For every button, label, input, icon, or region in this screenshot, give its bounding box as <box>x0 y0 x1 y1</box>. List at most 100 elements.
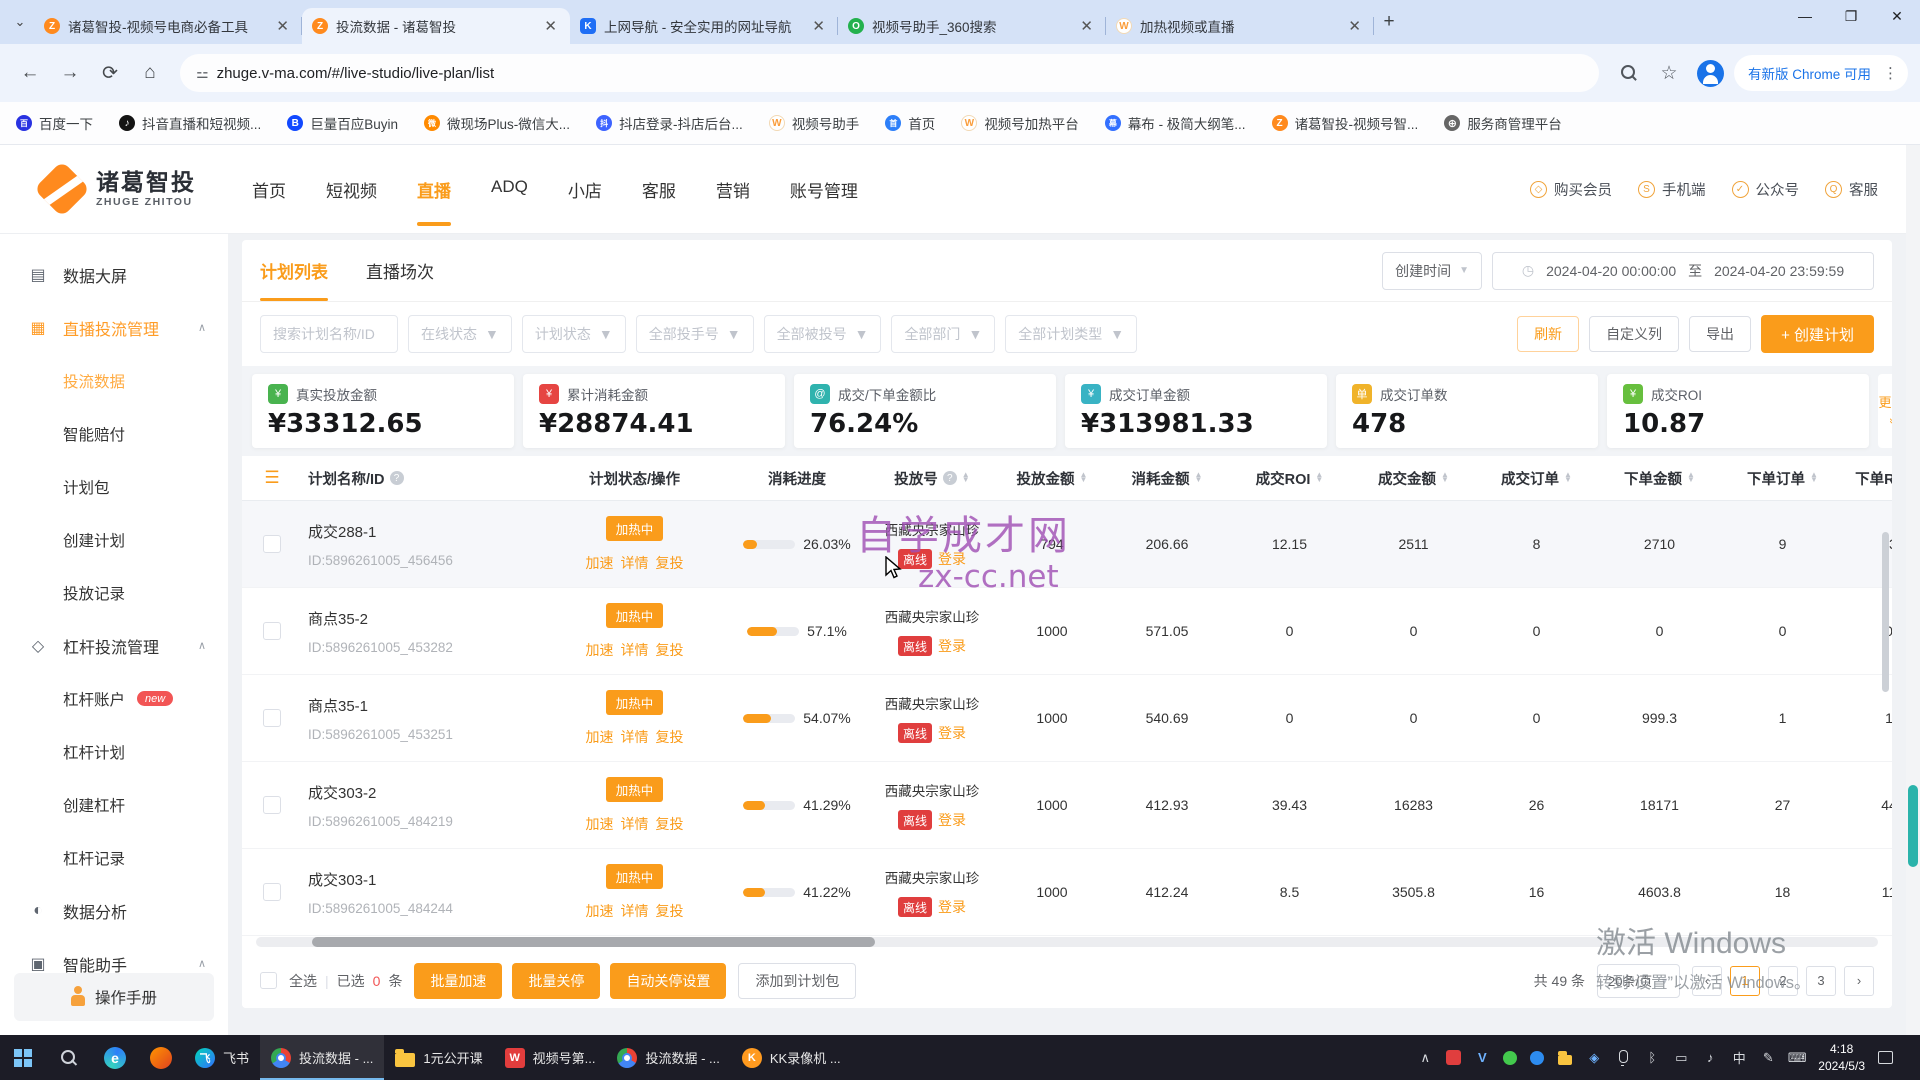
bookmark-star-button[interactable]: ☆ <box>1651 55 1687 91</box>
refresh-button[interactable]: 刷新 <box>1517 316 1579 352</box>
page-scrollbar-track[interactable] <box>1906 145 1920 1035</box>
add-to-package-button[interactable]: 添加到计划包 <box>738 963 856 999</box>
nav-item-小店[interactable]: 小店 <box>568 167 602 212</box>
date-end[interactable]: 2024-04-20 23:59:59 <box>1714 263 1844 279</box>
custom-columns-button[interactable]: 自定义列 <box>1589 316 1679 352</box>
create-plan-button[interactable]: + 创建计划 <box>1761 315 1874 353</box>
tray-keyboard-icon[interactable]: ⌨ <box>1789 1050 1805 1066</box>
nav-item-营销[interactable]: 营销 <box>716 167 750 212</box>
sidebar-item-智能赔付[interactable]: 智能赔付 <box>0 407 228 460</box>
taskbar-search-button[interactable] <box>46 1035 92 1080</box>
action-link-加速[interactable]: 加速 <box>586 640 614 660</box>
prev-page-button[interactable]: ‹ <box>1692 966 1722 996</box>
action-link-复投[interactable]: 复投 <box>656 553 684 573</box>
hidden-icons-chevron[interactable]: ∧ <box>1417 1050 1433 1066</box>
sidebar-item-数据分析[interactable]: ◐数据分析 <box>0 884 228 937</box>
date-start[interactable]: 2024-04-20 00:00:00 <box>1546 263 1676 279</box>
sidebar-item-计划包[interactable]: 计划包 <box>0 460 228 513</box>
action-link-加速[interactable]: 加速 <box>586 814 614 834</box>
bookmark-item[interactable]: W视频号助手 <box>769 113 860 133</box>
action-link-加速[interactable]: 加速 <box>586 901 614 921</box>
minimize-button[interactable]: — <box>1782 0 1828 32</box>
login-link[interactable]: 登录 <box>938 897 966 917</box>
header-下单ROI[interactable]: 下单ROI▲▼ <box>1844 468 1892 489</box>
batch-button-批量关停[interactable]: 批量关停 <box>512 963 600 999</box>
tab-close-icon[interactable]: ✕ <box>273 17 292 35</box>
search-button[interactable] <box>1611 55 1647 91</box>
filter-select-全部投手号[interactable]: 全部投手号▼ <box>636 315 754 353</box>
nav-item-首页[interactable]: 首页 <box>252 167 286 212</box>
sort-icons[interactable]: ▲▼ <box>962 473 970 483</box>
header-成交金额[interactable]: 成交金额▲▼ <box>1352 468 1475 489</box>
url-text[interactable]: zhuge.v-ma.com/#/live-studio/live-plan/l… <box>217 65 495 82</box>
action-link-详情[interactable]: 详情 <box>621 814 649 834</box>
taskbar-app-视频号第...[interactable]: W视频号第... <box>494 1035 607 1080</box>
header-link-member[interactable]: ◇购买会员 <box>1530 179 1612 200</box>
filter-select-全部被投号[interactable]: 全部被投号▼ <box>764 315 882 353</box>
close-button[interactable]: ✕ <box>1874 0 1920 32</box>
bookmark-item[interactable]: ⊕服务商管理平台 <box>1444 113 1562 133</box>
page-size-select[interactable]: 20条/页 ▼ <box>1597 964 1680 998</box>
sidebar-item-直播投流管理[interactable]: ▦直播投流管理∧ <box>0 301 228 354</box>
search-input[interactable] <box>260 315 398 353</box>
header-下单订单[interactable]: 下单订单▲▼ <box>1721 468 1844 489</box>
taskbar-app-投流数据 - ...[interactable]: 投流数据 - ... <box>606 1035 730 1080</box>
browser-tab[interactable]: O视频号助手_360搜索✕ <box>838 8 1106 44</box>
action-link-加速[interactable]: 加速 <box>586 727 614 747</box>
notification-center-icon[interactable] <box>1878 1051 1893 1064</box>
nav-item-直播[interactable]: 直播 <box>417 167 451 212</box>
login-link[interactable]: 登录 <box>938 549 966 569</box>
sort-icons[interactable]: ▲▼ <box>1564 473 1572 483</box>
sort-icons[interactable]: ▲▼ <box>1687 473 1695 483</box>
tab-close-icon[interactable]: ✕ <box>1345 17 1364 35</box>
bookmark-item[interactable]: 首首页 <box>885 113 935 133</box>
home-button[interactable]: ⌂ <box>132 55 168 91</box>
date-range-picker[interactable]: ◷ 2024-04-20 00:00:00 至 2024-04-20 23:59… <box>1492 252 1874 290</box>
sidebar-item-杠杆计划[interactable]: 杠杆计划 <box>0 725 228 778</box>
tab-直播场次[interactable]: 直播场次 <box>366 240 434 301</box>
tray-bluetooth-icon[interactable]: ᛒ <box>1644 1050 1660 1066</box>
tray-green-app-icon[interactable] <box>1503 1051 1517 1065</box>
sidebar-item-杠杆投流管理[interactable]: ◇杠杆投流管理∧ <box>0 619 228 672</box>
nav-item-客服[interactable]: 客服 <box>642 167 676 212</box>
nav-item-ADQ[interactable]: ADQ <box>491 167 528 212</box>
tray-volume-icon[interactable]: ♪ <box>1702 1050 1718 1066</box>
action-link-详情[interactable]: 详情 <box>621 640 649 660</box>
hamburger-icon[interactable]: ☰ <box>264 468 279 488</box>
header-link-mobile[interactable]: S手机端 <box>1638 179 1706 200</box>
nav-item-短视频[interactable]: 短视频 <box>326 167 377 212</box>
filter-select-计划状态[interactable]: 计划状态▼ <box>522 315 626 353</box>
browser-tab[interactable]: W加热视频或直播✕ <box>1106 8 1374 44</box>
header-投放金额[interactable]: 投放金额▲▼ <box>997 468 1107 489</box>
sidebar-item-杠杆记录[interactable]: 杠杆记录 <box>0 831 228 884</box>
action-link-详情[interactable]: 详情 <box>621 901 649 921</box>
horizontal-scrollbar-thumb[interactable] <box>312 937 875 947</box>
batch-button-自动关停设置[interactable]: 自动关停设置 <box>610 963 726 999</box>
header-成交订单[interactable]: 成交订单▲▼ <box>1475 468 1598 489</box>
tray-mic-icon[interactable] <box>1615 1050 1631 1066</box>
bookmark-item[interactable]: 百百度一下 <box>16 113 93 133</box>
login-link[interactable]: 登录 <box>938 636 966 656</box>
bookmark-item[interactable]: 微微现场Plus-微信大... <box>424 113 570 133</box>
select-all-label[interactable]: 全选 <box>289 971 317 991</box>
forward-button[interactable]: → <box>52 55 88 91</box>
sidebar-item-创建杠杆[interactable]: 创建杠杆 <box>0 778 228 831</box>
taskbar-clock[interactable]: 4:18 2024/5/3 <box>1818 1041 1865 1073</box>
bookmark-item[interactable]: 幕幕布 - 极简大纲笔... <box>1105 113 1246 133</box>
next-page-button[interactable]: › <box>1844 966 1874 996</box>
chrome-update-chip[interactable]: 有新版 Chrome 可用 ⋮ <box>1734 55 1908 91</box>
header-下单金额[interactable]: 下单金额▲▼ <box>1598 468 1721 489</box>
brand-logo-icon[interactable] <box>34 161 91 218</box>
action-link-复投[interactable]: 复投 <box>656 727 684 747</box>
batch-button-批量加速[interactable]: 批量加速 <box>414 963 502 999</box>
sidebar-item-杠杆账户[interactable]: 杠杆账户new <box>0 672 228 725</box>
tab-close-icon[interactable]: ✕ <box>541 17 560 35</box>
sort-icons[interactable]: ▲▼ <box>1195 473 1203 483</box>
page-button-3[interactable]: 3 <box>1806 966 1836 996</box>
page-button-2[interactable]: 2 <box>1768 966 1798 996</box>
row-checkbox[interactable] <box>263 622 281 640</box>
new-tab-button[interactable]: + <box>1374 7 1404 37</box>
tray-v-app-icon[interactable]: V <box>1474 1050 1490 1066</box>
horizontal-scrollbar-track[interactable] <box>256 937 1878 947</box>
header-link-support[interactable]: Q客服 <box>1825 179 1878 200</box>
